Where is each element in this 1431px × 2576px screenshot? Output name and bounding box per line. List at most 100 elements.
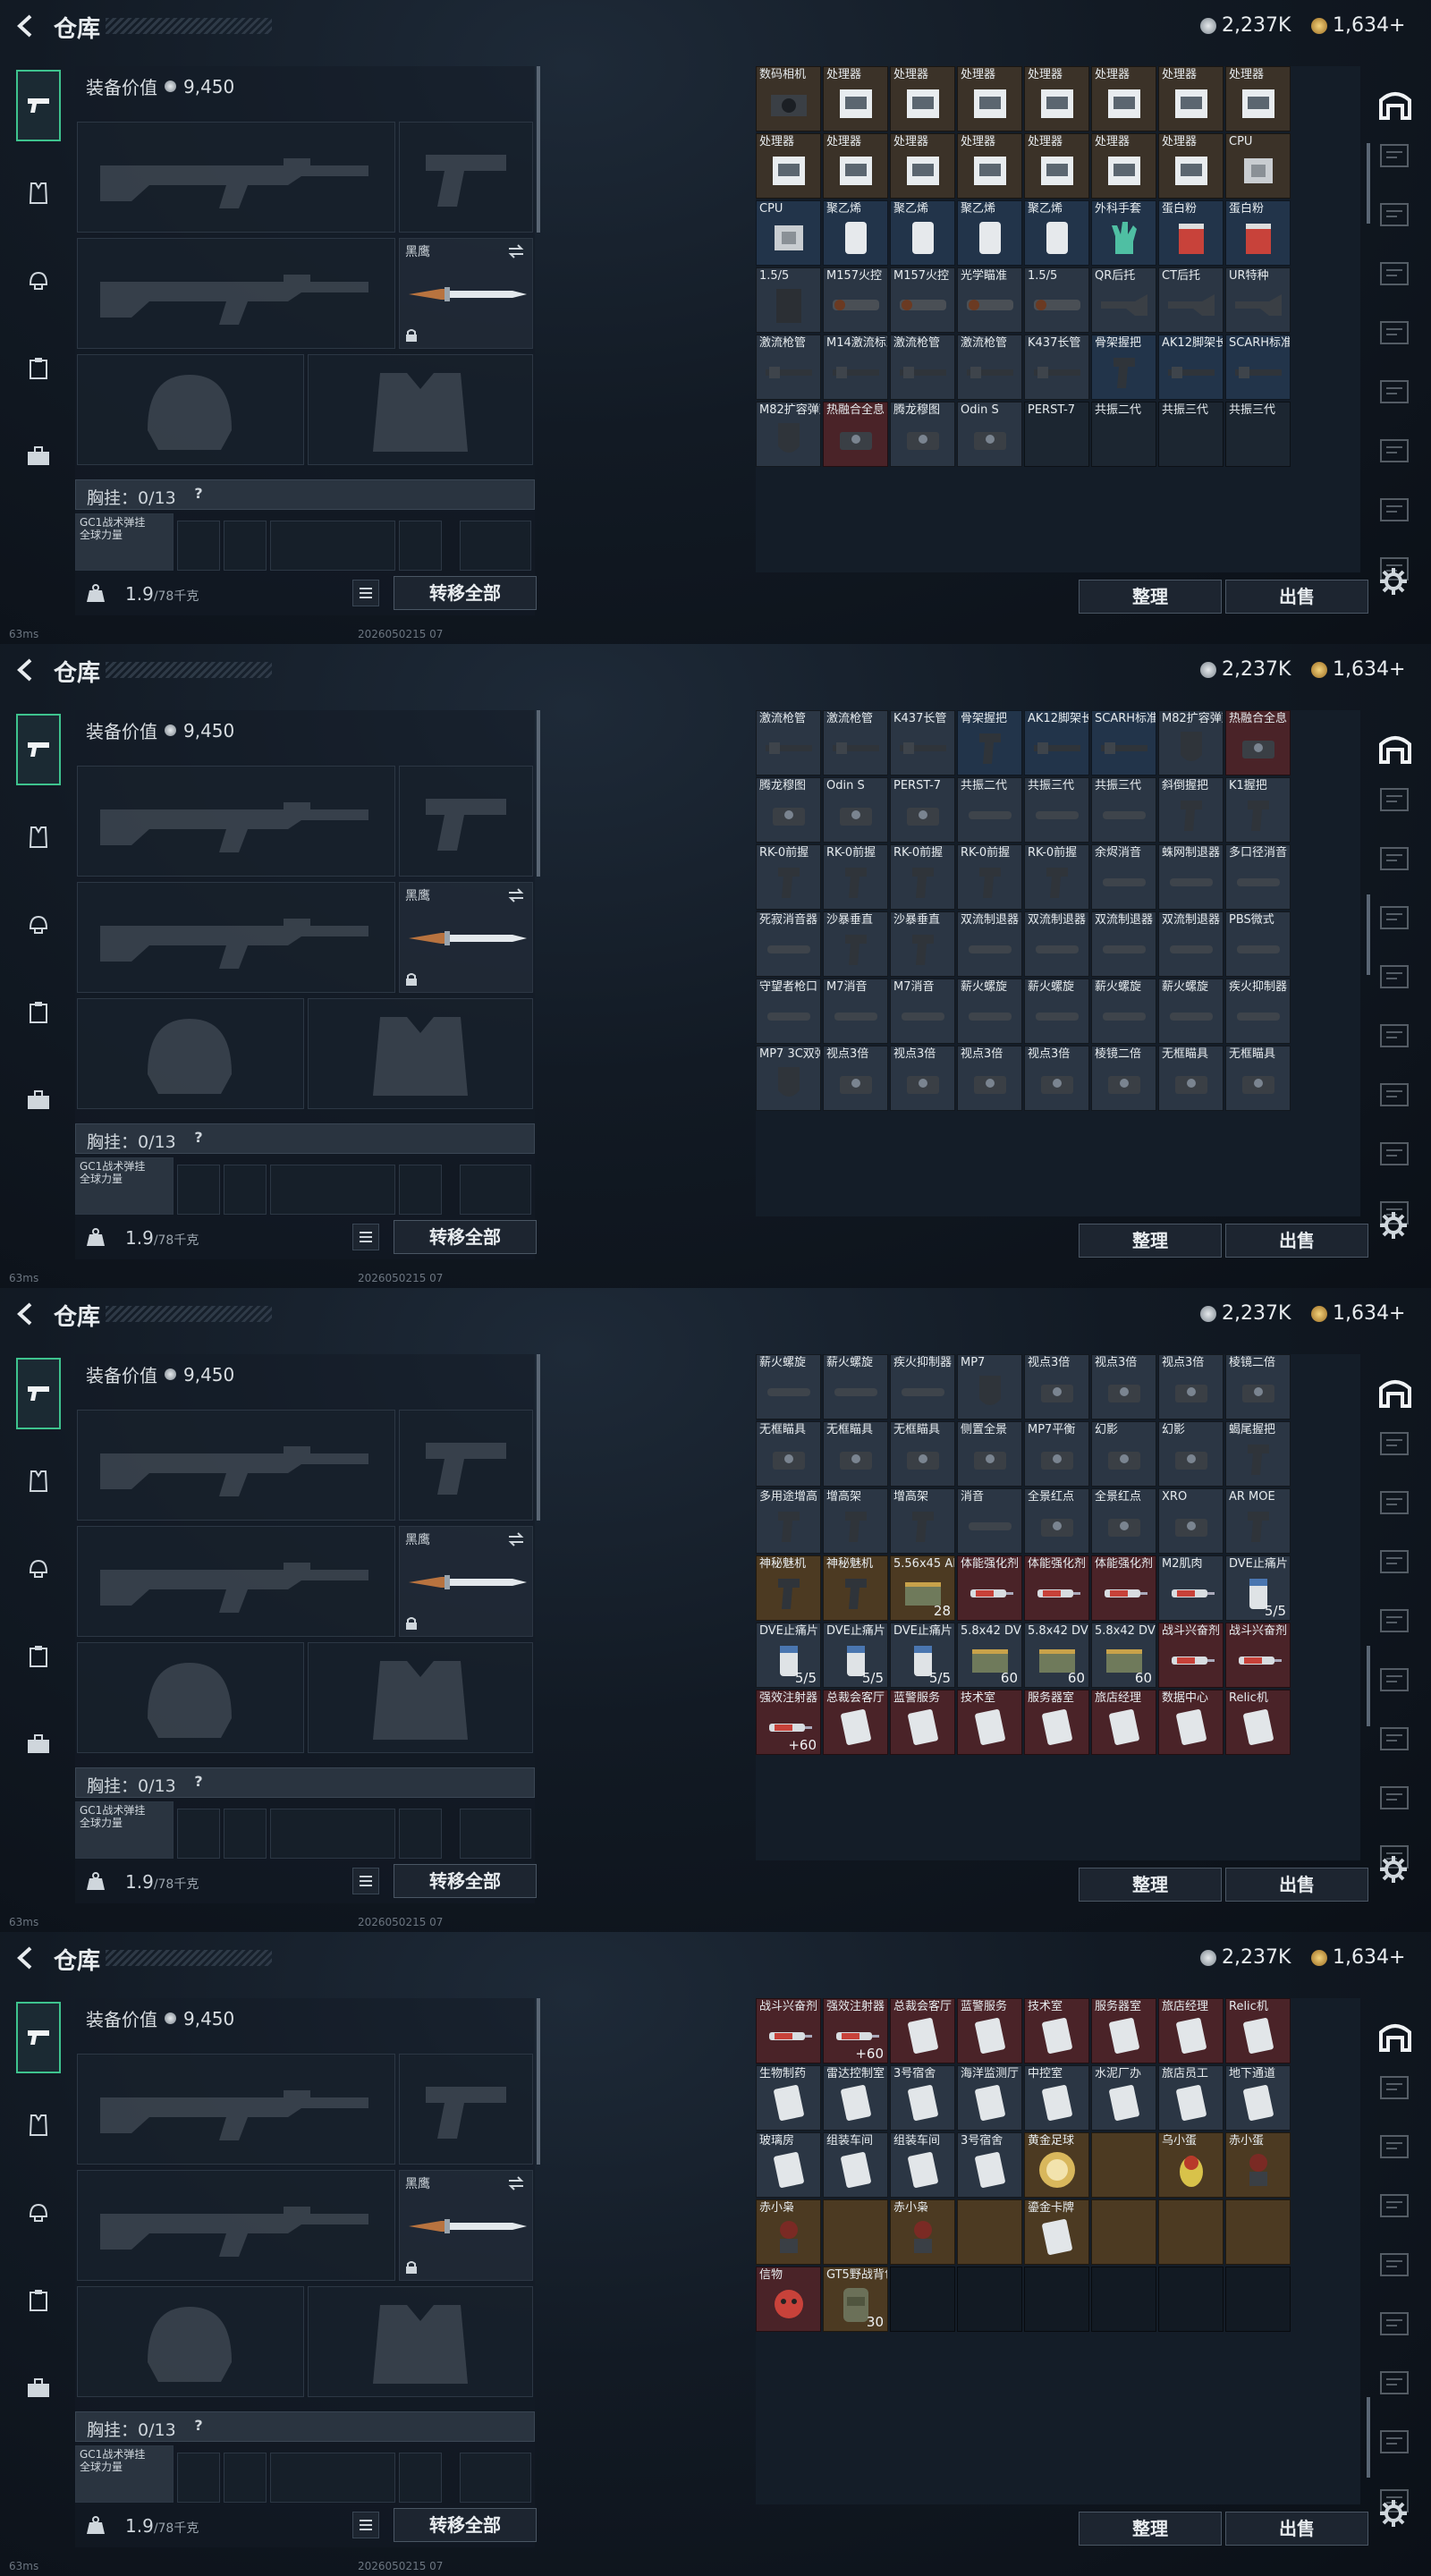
stash-item[interactable]: 疾火抑制器	[890, 1354, 955, 1419]
stash-item[interactable]: M14激流标准枪管	[823, 335, 888, 400]
stash-item[interactable]: 薪火螺旋	[1091, 979, 1156, 1044]
nav-armor[interactable]	[16, 2089, 61, 2161]
transfer-all-button[interactable]: 转移全部	[394, 1864, 537, 1898]
stash-tab-icon[interactable]	[1377, 782, 1413, 818]
stash-item[interactable]: CPU	[1225, 133, 1291, 199]
stash-item[interactable]: 全景红点	[1091, 1488, 1156, 1554]
loadout-scrollbar[interactable]	[537, 1998, 540, 2165]
stash-item[interactable]: 体能强化剂	[1024, 1555, 1089, 1621]
stash-item[interactable]: 光学瞄准	[957, 267, 1022, 333]
stash-item[interactable]: PERST-7	[890, 777, 955, 843]
swap-icon[interactable]	[507, 244, 525, 258]
stash-item[interactable]: 共振三代	[1091, 777, 1156, 843]
stash-item[interactable]: 信物	[756, 2267, 821, 2332]
second-primary-slot[interactable]	[77, 2170, 395, 2281]
stash-item[interactable]: 疾火抑制器	[1225, 979, 1291, 1044]
stash-tab-icon[interactable]	[1377, 1544, 1413, 1580]
stash-item[interactable]: 蓝警服务	[957, 1998, 1022, 2063]
stash-item[interactable]: 乌小蛋	[1158, 2132, 1224, 2198]
stash-item[interactable]: 技术室	[957, 1690, 1022, 1755]
primary-weapon-slot[interactable]	[77, 766, 395, 877]
stash-item[interactable]: 聚乙烯	[957, 200, 1022, 266]
stash-item[interactable]: M7消音	[823, 979, 888, 1044]
help-icon[interactable]: ?	[189, 485, 208, 504]
stash-item[interactable]: 蛋白粉	[1225, 200, 1291, 266]
back-arrow-icon[interactable]	[13, 657, 39, 683]
stash-item[interactable]: 双流制退器	[1158, 911, 1224, 977]
stash-item[interactable]: 薪火螺旋	[1158, 979, 1224, 1044]
stash-item[interactable]: 技术室	[1024, 1998, 1089, 2063]
stash-item[interactable]	[1091, 2199, 1156, 2265]
stash-item[interactable]: 余烬消音	[1091, 844, 1156, 910]
loadout-scrollbar[interactable]	[537, 710, 540, 877]
nav-briefcase[interactable]	[16, 1064, 61, 1136]
stash-tab-icon[interactable]	[1377, 433, 1413, 469]
stash-item[interactable]: M7消音	[890, 979, 955, 1044]
nav-weapons[interactable]	[16, 2002, 61, 2073]
stash-item[interactable]: 海洋监测厅	[957, 2065, 1022, 2131]
stash-item[interactable]: RK-0前握	[957, 844, 1022, 910]
nav-helmet[interactable]	[16, 2177, 61, 2249]
stash-item[interactable]: 处理器	[957, 66, 1022, 131]
body-armor-slot[interactable]	[308, 2286, 533, 2397]
help-icon[interactable]: ?	[189, 1773, 208, 1792]
stash-item[interactable]: 聚乙烯	[890, 200, 955, 266]
stash-item[interactable]	[1158, 2267, 1224, 2332]
chest-rig-pocket[interactable]	[224, 1165, 267, 1215]
stash-item[interactable]: 战斗兴奋剂	[1158, 1623, 1224, 1688]
gear-icon[interactable]	[1377, 565, 1410, 597]
stash-item[interactable]: 3号宿舍	[890, 2065, 955, 2131]
body-armor-slot[interactable]	[308, 998, 533, 1109]
stash-tab-icon[interactable]	[1377, 2247, 1413, 2283]
stash-item[interactable]: 骨架握把	[1091, 335, 1156, 400]
stash-tab-icon[interactable]	[1377, 2188, 1413, 2224]
primary-weapon-slot[interactable]	[77, 1410, 395, 1521]
stash-item[interactable]: 黄金足球	[1024, 2132, 1089, 2198]
stash-item[interactable]: 骨架握把	[957, 710, 1022, 775]
stash-item[interactable]: 沙暴垂直	[890, 911, 955, 977]
nav-helmet[interactable]	[16, 1533, 61, 1605]
stash-item[interactable]: 生物制药	[756, 2065, 821, 2131]
stash-item[interactable]: 旅店经理	[1158, 1998, 1224, 2063]
stash-item[interactable]: 消音	[957, 1488, 1022, 1554]
nav-armor[interactable]	[16, 801, 61, 873]
nav-weapons[interactable]	[16, 714, 61, 785]
stash-tab-icon[interactable]	[1377, 1662, 1413, 1698]
chest-rig-pocket[interactable]	[399, 2453, 442, 2503]
chest-rig-pocket[interactable]	[399, 1809, 442, 1859]
stash-item[interactable]: 视点3倍	[823, 1046, 888, 1111]
stash-tab-icon[interactable]	[1377, 900, 1413, 936]
stash-item[interactable]: 视点3倍	[1024, 1046, 1089, 1111]
nav-clipboard[interactable]	[16, 333, 61, 404]
stash-home-icon[interactable]	[1376, 2018, 1415, 2054]
stash-item[interactable]: 斜倒握把	[1158, 777, 1224, 843]
stash-item[interactable]: 无框瞄具	[823, 1421, 888, 1487]
chest-rig-pocket[interactable]	[224, 2453, 267, 2503]
stash-item[interactable]: 蛛网制退器	[1158, 844, 1224, 910]
stash-item[interactable]: 处理器	[890, 66, 955, 131]
second-primary-slot[interactable]	[77, 1526, 395, 1637]
stash-item[interactable]: K437长管	[890, 710, 955, 775]
chest-rig-pocket[interactable]	[177, 1165, 220, 1215]
stash-item[interactable]: 5.8x42 DVC12 60	[1024, 1623, 1089, 1688]
stash-item[interactable]: 共振二代	[1091, 402, 1156, 467]
stash-item[interactable]	[957, 2267, 1022, 2332]
chest-rig-bar[interactable]: 胸挂：0/13 ?	[75, 2411, 535, 2442]
stash-item[interactable]: CPU	[756, 200, 821, 266]
stash-home-icon[interactable]	[1376, 1374, 1415, 1410]
stash-item[interactable]: 多用途增高	[756, 1488, 821, 1554]
stash-item[interactable]: 侧置全景	[957, 1421, 1022, 1487]
stash-item[interactable]: 沙暴垂直	[823, 911, 888, 977]
stash-item[interactable]: 幻影	[1091, 1421, 1156, 1487]
stash-item[interactable]: DVE止痛片 5/5	[890, 1623, 955, 1688]
body-armor-slot[interactable]	[308, 1642, 533, 1753]
chest-rig-pocket[interactable]	[224, 521, 267, 571]
stash-item[interactable]: 数码相机	[756, 66, 821, 131]
second-primary-slot[interactable]	[77, 882, 395, 993]
helmet-slot[interactable]	[77, 354, 304, 465]
stash-item[interactable]: 热融合全息	[1225, 710, 1291, 775]
transfer-all-button[interactable]: 转移全部	[394, 1220, 537, 1254]
chest-rig-pocket[interactable]	[399, 1165, 442, 1215]
stash-item[interactable]: 视点3倍	[890, 1046, 955, 1111]
transfer-all-button[interactable]: 转移全部	[394, 576, 537, 610]
